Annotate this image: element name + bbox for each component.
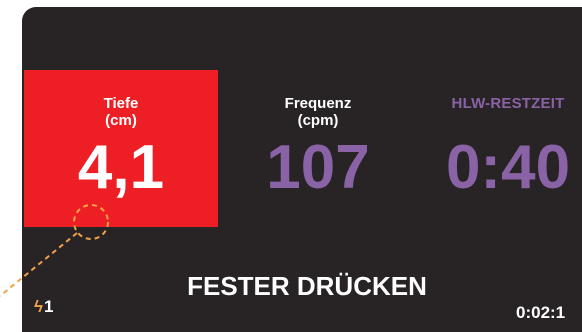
- cpr-time-value: 0:40: [445, 133, 571, 202]
- shock-counter: ϟ1: [34, 297, 53, 317]
- rate-panel: Frequenz (cpm) 107: [218, 70, 418, 227]
- shock-count-value: 1: [44, 297, 54, 316]
- prompt-message: FESTER DRÜCKEN: [187, 271, 427, 301]
- rate-label: Frequenz (cpm): [284, 95, 352, 129]
- stage: Tiefe (cm) 4,1 Frequenz (cpm) 107 HLW-RE…: [0, 0, 582, 332]
- rate-value: 107: [266, 133, 370, 202]
- depth-label: Tiefe (cm): [103, 95, 139, 129]
- depth-value: 4,1: [77, 133, 165, 202]
- device-screen: Tiefe (cm) 4,1 Frequenz (cpm) 107 HLW-RE…: [22, 7, 582, 332]
- lightning-bolt-icon: ϟ: [34, 297, 43, 316]
- cpr-time-label: HLW-RESTZEIT: [451, 95, 565, 112]
- elapsed-time: 0:02:1: [516, 303, 566, 322]
- depth-panel: Tiefe (cm) 4,1: [24, 70, 218, 227]
- cpr-time-panel: HLW-RESTZEIT 0:40: [428, 70, 582, 227]
